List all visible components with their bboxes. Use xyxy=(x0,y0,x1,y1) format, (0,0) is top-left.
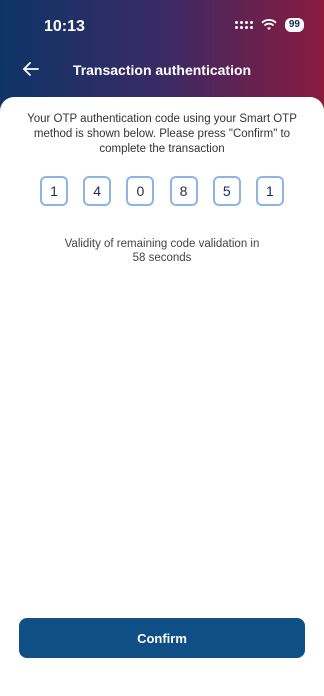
page-title: Transaction authentication xyxy=(72,62,252,78)
content-card: Your OTP authentication code using your … xyxy=(0,97,324,696)
nav-bar: Transaction authentication xyxy=(0,52,324,88)
otp-digit-2: 4 xyxy=(83,176,112,206)
wifi-icon xyxy=(261,19,277,30)
otp-digit-1: 1 xyxy=(40,176,68,206)
app-header: 10:13 99 Transaction authentication xyxy=(0,0,324,110)
otp-digit-4: 8 xyxy=(169,176,198,206)
signal-dots-icon xyxy=(234,21,253,29)
validity-line-1: Validity of remaining code validation in xyxy=(64,238,260,250)
otp-digit-6: 1 xyxy=(255,176,284,206)
status-icons: 99 xyxy=(234,18,304,32)
status-bar: 10:13 99 xyxy=(0,0,324,50)
status-time: 10:13 xyxy=(44,18,85,35)
confirm-button[interactable]: Confirm xyxy=(19,618,305,658)
validity-text: Validity of remaining code validation in… xyxy=(24,237,300,265)
otp-digit-5: 5 xyxy=(212,176,241,206)
otp-digit-3: 0 xyxy=(126,176,155,206)
otp-code: 1 4 0 8 5 1 xyxy=(40,176,284,206)
otp-description: Your OTP authentication code using your … xyxy=(27,113,297,155)
validity-countdown: 58 seconds xyxy=(132,252,192,264)
battery-icon: 99 xyxy=(284,18,304,32)
